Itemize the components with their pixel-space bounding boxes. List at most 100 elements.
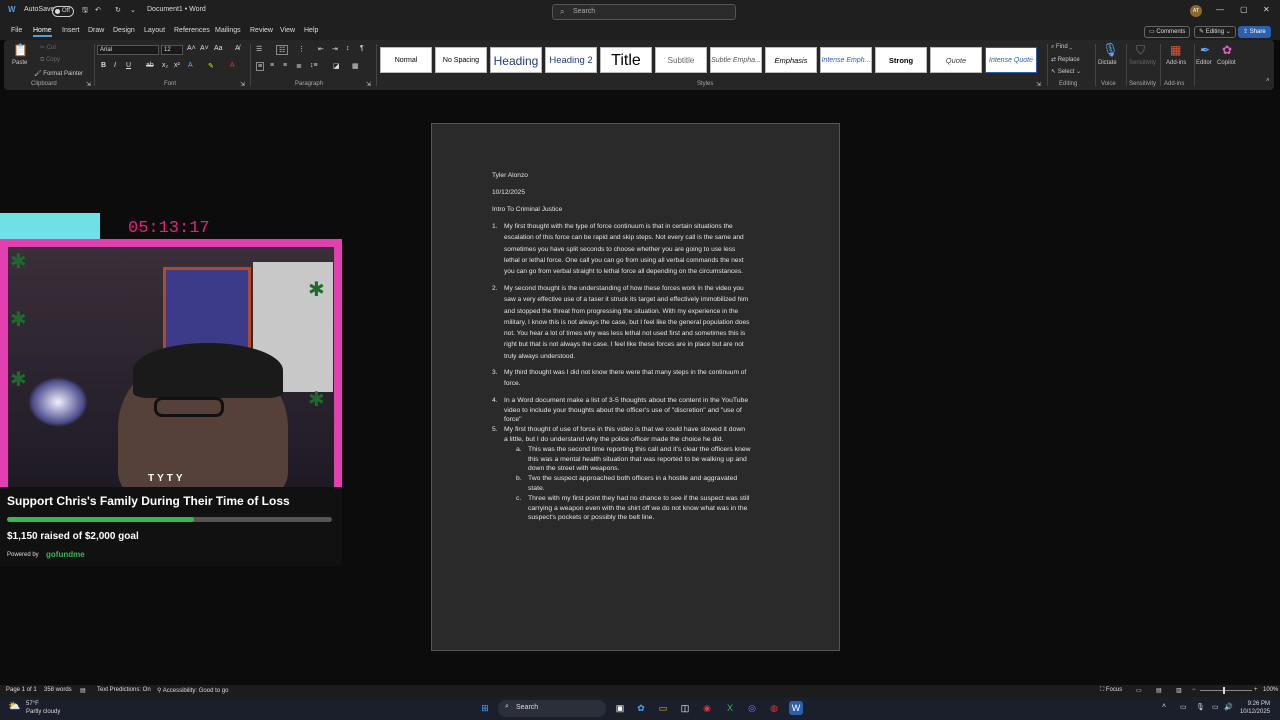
maximize-icon[interactable]: ▢	[1240, 5, 1248, 14]
subscript-icon[interactable]: x₂	[162, 62, 168, 69]
numbering-icon[interactable]: ☷	[276, 45, 289, 55]
bold-icon[interactable]: B	[101, 62, 106, 69]
style-heading-2[interactable]: Heading 2	[545, 47, 597, 73]
tab-help[interactable]: Help	[304, 27, 318, 34]
word-taskbar-icon[interactable]: W	[789, 701, 803, 715]
tab-mailings[interactable]: Mailings	[215, 27, 241, 34]
style-intense-emphasis[interactable]: Intense Emph...	[820, 47, 872, 73]
start-icon[interactable]: ⊞	[478, 701, 492, 715]
dictate-button[interactable]: Dictate	[1098, 60, 1117, 66]
shrink-font-icon[interactable]: A˅	[200, 45, 209, 52]
page-count[interactable]: Page 1 of 1	[6, 687, 37, 693]
customize-qat-icon[interactable]: ⌄	[130, 6, 136, 14]
paste-icon[interactable]: 📋	[13, 43, 28, 57]
paragraph-launcher-icon[interactable]: ⇲	[366, 81, 371, 88]
focus-button[interactable]: ⛶ Focus	[1100, 687, 1122, 694]
style-quote[interactable]: Quote	[930, 47, 982, 73]
style-normal[interactable]: Normal	[380, 47, 432, 73]
sensitivity-button[interactable]: Sensitivity	[1129, 60, 1156, 66]
cut-button[interactable]: ✂ Cut	[40, 44, 56, 51]
avatar[interactable]: AT	[1190, 5, 1202, 17]
styles-launcher-icon[interactable]: ⇲	[1036, 81, 1041, 88]
word-count[interactable]: 358 words	[44, 687, 72, 693]
copy-button[interactable]: ⧉ Copy	[40, 57, 60, 64]
bullets-icon[interactable]: ☰	[256, 45, 262, 53]
sort-icon[interactable]: ↕	[346, 45, 350, 52]
document-page[interactable]: Tyler Alonzo 10/12/2025 Intro To Crimina…	[431, 123, 840, 651]
discord-icon[interactable]: ◎	[745, 701, 759, 715]
zoom-in-icon[interactable]: +	[1254, 687, 1258, 693]
increase-indent-icon[interactable]: ⇥	[332, 45, 338, 53]
taskbar-search[interactable]: ⌕ Search	[498, 700, 606, 717]
microphone-tray-icon[interactable]: 🎙	[1196, 703, 1205, 711]
save-icon[interactable]: 🖫	[82, 6, 88, 17]
editor-button[interactable]: Editor	[1196, 60, 1212, 66]
microphone-icon[interactable]: 🎙	[1102, 42, 1119, 58]
align-right-icon[interactable]: ≡	[283, 62, 287, 69]
grow-font-icon[interactable]: A˄	[187, 45, 196, 52]
chrome-icon[interactable]: ◉	[700, 701, 714, 715]
font-name-field[interactable]: Arial	[97, 45, 159, 55]
clear-format-icon[interactable]: A̸	[235, 45, 240, 52]
print-layout-icon[interactable]: ▤	[1156, 687, 1162, 694]
multilevel-list-icon[interactable]: ⋮	[298, 45, 305, 53]
copilot-button[interactable]: Copilot	[1217, 60, 1236, 66]
tab-draw[interactable]: Draw	[88, 27, 104, 34]
style-no-spacing[interactable]: No Spacing	[435, 47, 487, 73]
undo-icon[interactable]: ↶	[95, 6, 101, 14]
weather-icon[interactable]: ⛅	[8, 701, 20, 712]
style-title[interactable]: Title	[600, 47, 652, 73]
system-clock[interactable]: 9:26 PM 10/12/2025	[1240, 700, 1270, 716]
tab-review[interactable]: Review	[250, 27, 273, 34]
accessibility-status[interactable]: ⚲ Accessibility: Good to go	[157, 687, 228, 694]
zoom-slider[interactable]	[1200, 690, 1252, 691]
decrease-indent-icon[interactable]: ⇤	[318, 45, 324, 53]
addins-icon[interactable]: ▦	[1170, 43, 1181, 57]
strikethrough-icon[interactable]: ab	[146, 62, 154, 69]
weather-widget[interactable]: 57°F Partly cloudy	[26, 700, 60, 716]
font-size-field[interactable]: 12	[161, 45, 183, 55]
font-launcher-icon[interactable]: ⇲	[240, 81, 245, 88]
paste-button[interactable]: Paste	[12, 60, 27, 66]
file-explorer-icon[interactable]: ▭	[656, 701, 670, 715]
tab-file[interactable]: File	[11, 27, 22, 34]
text-predictions[interactable]: Text Predictions: On	[97, 687, 151, 693]
excel-icon[interactable]: X	[723, 701, 737, 715]
tab-layout[interactable]: Layout	[144, 27, 165, 34]
tab-references[interactable]: References	[174, 27, 210, 34]
autosave-toggle[interactable]: Off	[52, 6, 74, 17]
zoom-out-icon[interactable]: −	[1192, 687, 1196, 693]
style-heading[interactable]: Heading	[490, 47, 542, 73]
borders-icon[interactable]: ▦	[352, 62, 359, 70]
font-color-icon[interactable]: A	[230, 62, 235, 69]
zoom-level[interactable]: 100%	[1263, 687, 1278, 693]
shading-icon[interactable]: ◪	[333, 62, 340, 70]
share-button[interactable]: ⇪ Share	[1238, 26, 1271, 38]
web-layout-icon[interactable]: ▥	[1176, 687, 1182, 694]
justify-icon[interactable]: ≣	[296, 62, 302, 70]
style-strong[interactable]: Strong	[875, 47, 927, 73]
find-button[interactable]: ⌕ Find ⌄	[1051, 44, 1072, 51]
collapse-ribbon-icon[interactable]: ˄	[1266, 78, 1270, 84]
clipboard-launcher-icon[interactable]: ⇲	[86, 81, 91, 88]
comments-button[interactable]: ▭ Comments	[1144, 26, 1191, 38]
align-left-icon[interactable]: ≡	[256, 62, 265, 71]
align-center-icon[interactable]: ≡	[270, 62, 274, 69]
change-case-icon[interactable]: Aa	[214, 45, 223, 52]
style-subtle-emphasis[interactable]: Subtle Empha...	[710, 47, 762, 73]
tab-design[interactable]: Design	[113, 27, 135, 34]
italic-icon[interactable]: I	[114, 62, 116, 69]
store-icon[interactable]: ◫	[678, 701, 692, 715]
search-box[interactable]: ⌕ Search	[552, 4, 736, 20]
format-painter-button[interactable]: 🖌 Format Painter	[34, 70, 83, 77]
highlight-icon[interactable]: ✎	[208, 62, 214, 70]
task-view-icon[interactable]: ▣	[613, 701, 627, 715]
close-icon[interactable]: ✕	[1263, 5, 1270, 14]
underline-icon[interactable]: U	[126, 62, 131, 69]
line-spacing-icon[interactable]: ↕≡	[310, 62, 318, 69]
tab-home[interactable]: Home	[33, 27, 52, 37]
addins-button[interactable]: Add-ins	[1166, 60, 1186, 66]
text-effects-icon[interactable]: A	[188, 62, 193, 69]
zoom-slider-thumb[interactable]	[1223, 687, 1225, 694]
copilot-icon[interactable]: ✿	[1222, 43, 1232, 57]
